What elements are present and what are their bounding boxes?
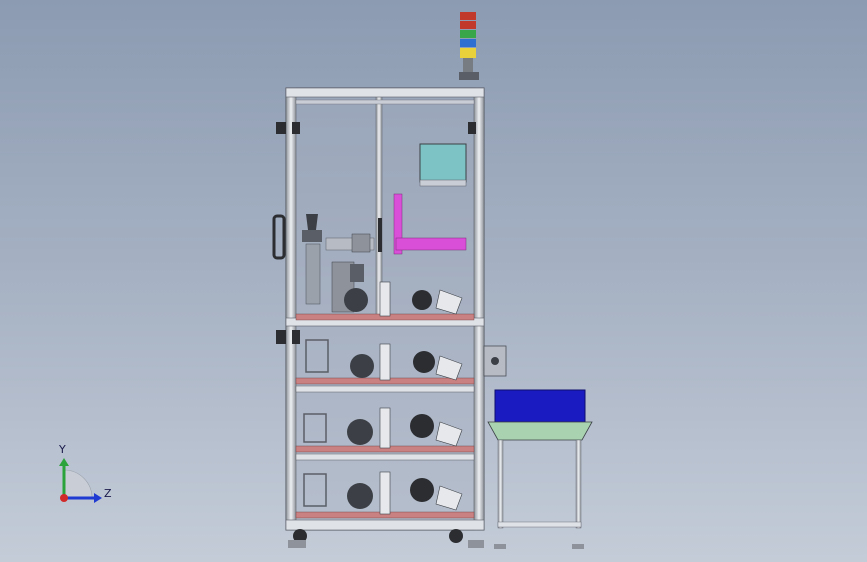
y-axis-arrowhead [59,458,69,466]
bin-stand-leg [575,439,582,529]
gripper-unit [410,478,434,502]
door-handle[interactable] [272,214,286,260]
gripper-unit [410,414,434,438]
feeder-nozzle [306,214,318,230]
hinge [276,122,286,134]
z-axis-arrowhead [94,493,102,503]
tower-light-red [460,12,476,20]
triad-icon [59,458,102,503]
press-head [350,264,364,282]
y-axis-label: Y [59,443,66,456]
gripper-unit [412,290,432,310]
door-latch[interactable] [378,218,382,252]
level-rail [295,453,475,461]
spindle-unit [350,354,374,378]
casters [288,529,484,548]
tower-light-blue [460,39,476,47]
monitor-mount [419,179,467,187]
bin-stand-foot [572,544,584,549]
assembly-model[interactable] [0,0,867,562]
leveling-foot [468,540,484,548]
motor-housing [351,233,371,253]
cylinder-rod [379,407,391,449]
cad-viewport[interactable]: Y Z [0,0,867,562]
frame-top-rail [285,87,485,98]
tower-light-green [460,30,476,38]
tower-stem [463,58,473,72]
bin-stand-rail [497,521,582,528]
tower-light-yellow [460,48,476,58]
leveling-foot [288,540,306,548]
cylinder-rod [379,281,391,317]
tower-base [459,72,479,80]
spindle-unit [347,483,373,509]
gantry-x-axis [395,237,467,251]
bin-stand-leg [497,439,504,529]
tower-light-red-2 [460,21,476,29]
x-axis-dot [60,494,68,502]
hinge [292,330,300,344]
control-knob[interactable] [491,357,499,365]
frame-post-right [473,87,485,531]
frame-top-inner [295,99,475,105]
frame-post-left [285,87,297,531]
frame-bottom-rail [285,519,485,531]
cylinder-rod [379,471,391,515]
feeder-column [305,243,321,305]
hmi-monitor[interactable] [419,143,467,183]
caster-wheel [449,529,463,543]
hinge [292,122,300,134]
spindle-unit [344,288,368,312]
level-rail [295,385,475,393]
bin-tray [487,421,593,441]
feeder-head [302,230,322,242]
signal-tower-icon [459,12,479,80]
cylinder-rod [379,343,391,381]
spindle-unit [347,419,373,445]
hinge [276,330,286,344]
triad-quadrant [63,469,93,499]
output-bin-station[interactable] [487,389,593,549]
gripper-unit [413,351,435,373]
output-bin[interactable] [494,389,586,423]
bin-stand-foot [494,544,506,549]
hinge [468,122,476,134]
z-axis-label: Z [104,487,112,500]
